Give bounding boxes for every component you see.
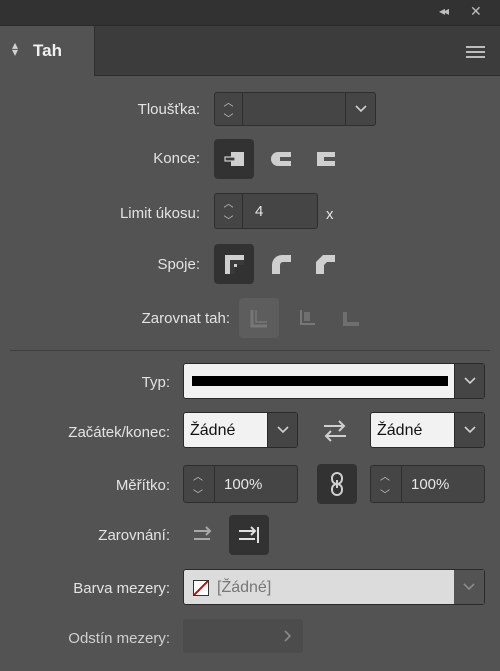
gap-tint-field[interactable] — [183, 619, 303, 653]
scale-label: Měřítko: — [115, 477, 170, 494]
type-label: Typ: — [141, 374, 170, 391]
align-outside-icon — [343, 312, 359, 326]
stroke-type-select[interactable] — [183, 363, 485, 399]
start-scale-value[interactable]: 100% — [224, 476, 262, 493]
tab-expand-arrows-icon[interactable]: ▴ ▾ — [12, 39, 18, 58]
weight-field[interactable]: ︿ ﹀ — [214, 92, 376, 126]
weight-dropdown-chevron-icon[interactable] — [345, 93, 375, 125]
miter-increase-icon[interactable]: ︿ — [215, 194, 242, 211]
start-scale-field[interactable]: ︿ ﹀ 100% — [183, 465, 298, 503]
butt-cap-button[interactable] — [214, 139, 254, 179]
start-scale-stepper[interactable]: ︿ ﹀ — [184, 466, 212, 502]
joins-label: Spoje: — [157, 256, 200, 273]
align-outside-button[interactable] — [331, 298, 371, 338]
end-scale-value[interactable]: 100% — [411, 476, 449, 493]
swap-arrowheads-icon[interactable] — [320, 418, 350, 444]
end-scale-stepper[interactable]: ︿ ﹀ — [371, 466, 399, 502]
start-arrowhead-chevron-icon[interactable] — [267, 413, 297, 447]
link-scale-button[interactable] — [317, 464, 357, 504]
start-end-label: Začátek/konec: — [68, 424, 170, 441]
weight-increase-icon[interactable]: ︿ — [215, 93, 242, 109]
round-cap-icon — [271, 152, 291, 166]
align-center-button[interactable] — [239, 298, 279, 338]
alignment-label: Zarovnání: — [98, 527, 170, 544]
align-inside-icon — [300, 310, 315, 325]
weight-decrease-icon[interactable]: ﹀ — [215, 109, 242, 125]
panel-menu-icon[interactable] — [466, 46, 485, 58]
start-scale-decrease-icon[interactable]: ﹀ — [184, 484, 212, 502]
arrow-align-inside-button[interactable] — [184, 515, 224, 555]
caps-label: Konce: — [153, 150, 200, 167]
end-arrowhead-chevron-icon[interactable] — [454, 413, 484, 447]
miter-limit-label: Limit úkosu: — [119, 205, 200, 222]
start-scale-increase-icon[interactable]: ︿ — [184, 466, 212, 484]
none-swatch-icon — [193, 580, 209, 596]
miter-unit: x — [326, 206, 334, 223]
align-inside-button[interactable] — [287, 298, 327, 338]
end-arrowhead-select[interactable]: Žádné — [370, 412, 485, 448]
projecting-cap-icon — [317, 152, 335, 166]
gap-tint-label: Odstín mezery: — [68, 630, 170, 647]
bevel-join-icon — [316, 255, 335, 274]
bevel-join-button[interactable] — [305, 244, 345, 284]
weight-label: Tloušťka: — [137, 101, 200, 118]
miter-stepper[interactable]: ︿ ﹀ — [215, 194, 243, 228]
link-chain-icon — [331, 472, 343, 496]
section-divider — [10, 350, 490, 351]
miter-join-icon — [225, 255, 244, 274]
projecting-cap-button[interactable] — [305, 139, 345, 179]
end-scale-field[interactable]: ︿ ﹀ 100% — [370, 465, 485, 503]
start-arrowhead-value: Žádné — [190, 422, 236, 439]
end-scale-increase-icon[interactable]: ︿ — [371, 466, 399, 484]
collapse-panel-icon[interactable]: ◂◂ — [439, 4, 449, 18]
arrow-align-inside-icon — [194, 526, 212, 540]
round-join-icon — [272, 255, 291, 274]
align-stroke-label: Zarovnat tah: — [141, 310, 230, 327]
round-join-button[interactable] — [261, 244, 301, 284]
miter-decrease-icon[interactable]: ﹀ — [215, 211, 242, 228]
stroke-type-preview — [192, 376, 448, 386]
miter-limit-value[interactable]: 4 — [255, 203, 263, 220]
panel-tab-row: ▴ ▾ Tah — [0, 26, 500, 76]
weight-stepper[interactable]: ︿ ﹀ — [215, 93, 243, 125]
end-scale-decrease-icon[interactable]: ﹀ — [371, 484, 399, 502]
gap-tint-chevron-right-icon[interactable] — [275, 619, 301, 653]
butt-cap-icon — [224, 152, 244, 166]
gap-color-label: Barva mezery: — [73, 580, 170, 597]
tab-stroke-title: Tah — [33, 41, 62, 60]
end-arrowhead-value: Žádné — [377, 422, 423, 439]
arrow-align-outside-button[interactable] — [229, 515, 269, 555]
gap-color-select[interactable]: [Žádné] — [183, 569, 485, 605]
miter-limit-field[interactable]: ︿ ﹀ 4 — [214, 193, 318, 229]
stroke-type-chevron-icon[interactable] — [454, 364, 484, 398]
gap-color-chevron-icon[interactable] — [454, 570, 484, 604]
panel-topbar: ◂◂ ✕ — [0, 0, 500, 26]
arrow-align-outside-icon — [239, 526, 259, 543]
align-center-icon — [250, 310, 267, 328]
miter-join-button[interactable] — [214, 244, 254, 284]
round-cap-button[interactable] — [261, 139, 301, 179]
tab-stroke[interactable]: ▴ ▾ Tah — [0, 26, 95, 76]
start-arrowhead-select[interactable]: Žádné — [183, 412, 298, 448]
close-panel-icon[interactable]: ✕ — [470, 3, 482, 20]
gap-color-value: [Žádné] — [217, 579, 272, 596]
